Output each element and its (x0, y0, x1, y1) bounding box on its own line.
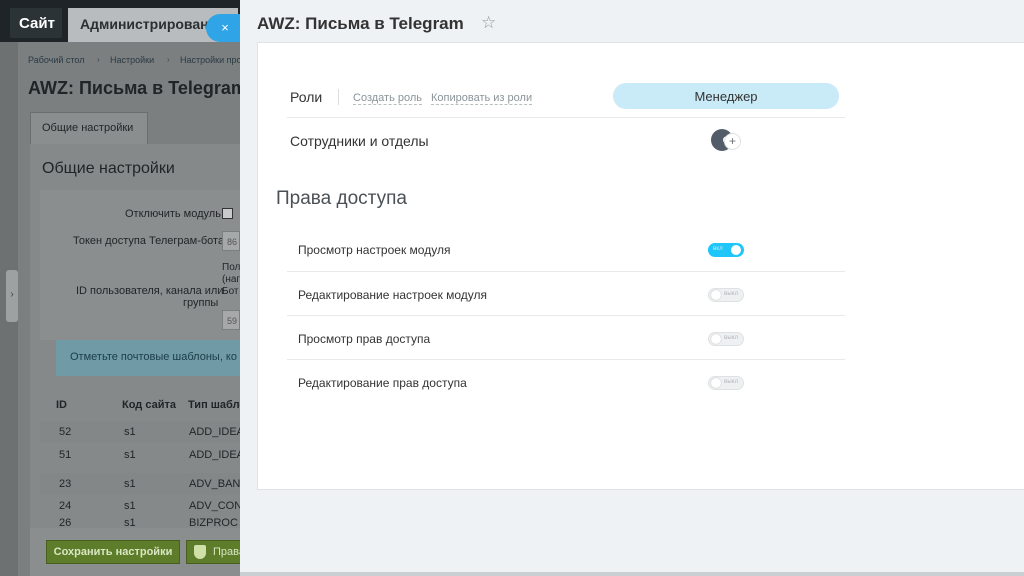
tab-general-settings[interactable]: Общие настройки (30, 112, 148, 144)
token-input[interactable]: 86 (222, 231, 240, 251)
table-header-site-code: Код сайта (122, 399, 176, 411)
cell-id: 24 (59, 500, 72, 512)
table-header-id: ID (56, 399, 67, 411)
toggle-state-text: выкл (724, 335, 739, 341)
cell-site: s1 (124, 500, 136, 512)
toggle-state-text: вкл (713, 246, 723, 252)
user-id-hint: (наг (222, 274, 241, 285)
star-icon[interactable]: ☆ (481, 13, 496, 33)
cell-type: ADV_CON (189, 500, 243, 512)
row-divider (287, 315, 845, 316)
toggle-view-settings[interactable]: вкл (708, 243, 744, 257)
role-manager-column[interactable]: Менеджер (613, 83, 839, 109)
breadcrumb-module-settings[interactable]: Настройки про (180, 55, 242, 65)
toggle-view-rights[interactable]: выкл (708, 332, 744, 346)
permission-label-view-rights: Просмотр прав доступа (298, 332, 431, 346)
cell-type: ADD_IDEA (189, 426, 245, 438)
table-row[interactable]: 23 s1 ADV_BANI (40, 473, 244, 495)
toggle-knob (731, 245, 741, 255)
toggle-edit-rights[interactable]: выкл (708, 376, 744, 390)
breadcrumb-separator-icon: › (97, 55, 100, 64)
disable-module-checkbox[interactable] (222, 208, 233, 219)
user-id-hint: Пол (222, 262, 241, 273)
row-divider (287, 271, 845, 272)
add-member-button[interactable]: + (724, 133, 741, 150)
close-slider-button[interactable]: × (206, 14, 240, 42)
toggle-state-text: выкл (724, 379, 739, 385)
cell-site: s1 (124, 426, 136, 438)
toggle-knob (711, 378, 721, 388)
permission-label-edit-settings: Редактирование настроек модуля (298, 288, 488, 302)
page-title: AWZ: Письма в Telegram (28, 78, 247, 98)
slider-title: AWZ: Письма в Telegram (257, 14, 464, 33)
expand-panel-handle[interactable]: › (6, 270, 18, 322)
table-row[interactable]: 51 s1 ADD_IDEA (40, 444, 244, 466)
cell-id: 23 (59, 478, 72, 490)
horizontal-scrollbar[interactable] (240, 572, 1024, 576)
breadcrumb-settings[interactable]: Настройки (110, 55, 154, 65)
tab-site[interactable]: Сайт (10, 8, 62, 38)
toggle-knob (711, 334, 721, 344)
cell-id: 51 (59, 449, 72, 461)
toggle-knob (711, 290, 721, 300)
save-settings-button[interactable]: Сохранить настройки (46, 540, 180, 564)
copy-role-link[interactable]: Копировать из роли (431, 92, 533, 105)
roles-label: Роли (290, 89, 323, 105)
breadcrumb-separator-icon: › (167, 55, 170, 64)
cell-type: ADD_IDEA (189, 449, 245, 461)
row-divider (287, 117, 845, 118)
shield-icon (194, 545, 206, 559)
toggle-state-text: выкл (724, 291, 739, 297)
user-id-label: ID пользователя, канала или (76, 285, 224, 297)
permission-label-edit-rights: Редактирование прав доступа (298, 376, 467, 390)
user-id-hint: Бот (222, 286, 239, 297)
user-id-input[interactable]: 59 (222, 310, 240, 330)
staff-departments-label: Сотрудники и отделы (290, 133, 429, 149)
info-note-text: Отметьте почтовые шаблоны, ко (70, 351, 237, 363)
cell-site: s1 (124, 449, 136, 461)
section-title: Общие настройки (42, 160, 175, 177)
create-role-link[interactable]: Создать роль (353, 92, 423, 105)
access-rights-title: Права доступа (276, 188, 407, 209)
access-card: Роли Создать роль Копировать из роли Мен… (257, 42, 1024, 490)
table-row[interactable]: 52 s1 ADD_IDEA (40, 421, 244, 443)
row-divider (287, 359, 845, 360)
toggle-edit-settings[interactable]: выкл (708, 288, 744, 302)
access-rights-slider: AWZ: Письма в Telegram ☆ Роли Создать ро… (240, 0, 1024, 576)
roles-divider (338, 89, 339, 105)
token-value: 86 (227, 237, 238, 247)
user-id-label-cont: группы (183, 297, 219, 309)
permission-label-view-settings: Просмотр настроек модуля (298, 243, 451, 257)
breadcrumb-desktop[interactable]: Рабочий стол (28, 55, 85, 65)
cell-id: 52 (59, 426, 72, 438)
table-header-template-type: Тип шабло (188, 399, 247, 411)
token-label: Токен доступа Телеграм-бота (73, 235, 225, 247)
user-id-value: 59 (227, 316, 238, 326)
cell-type: ADV_BANI (189, 478, 244, 490)
cell-site: s1 (124, 478, 136, 490)
disable-module-label: Отключить модуль (125, 208, 221, 220)
